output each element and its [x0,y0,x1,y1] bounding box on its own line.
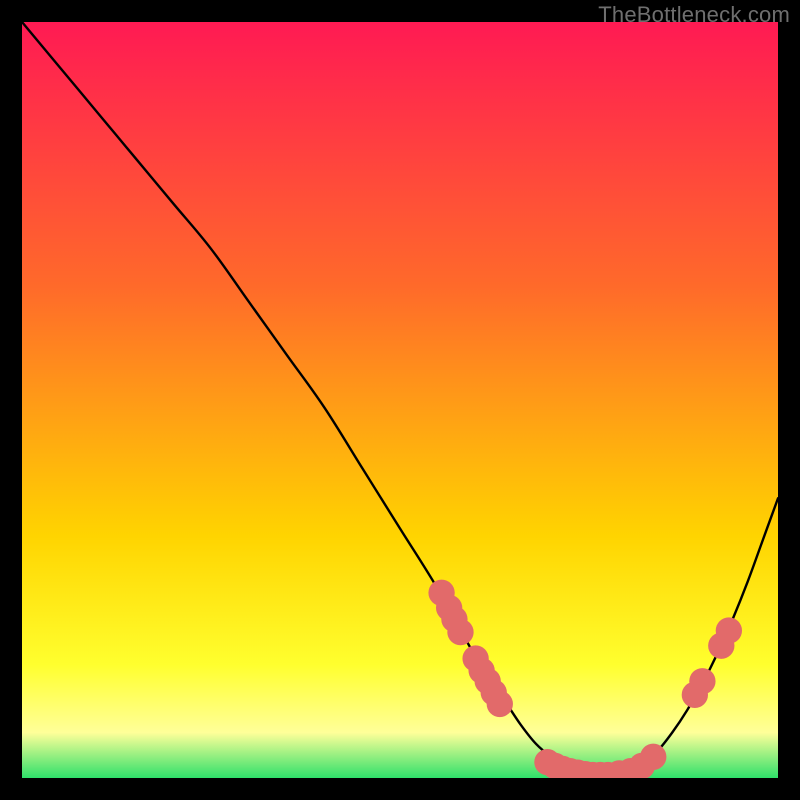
plot-area [22,22,778,778]
marker-dot [689,668,715,694]
marker-dot [640,744,666,770]
chart-stage: TheBottleneck.com [0,0,800,800]
chart-svg [22,22,778,778]
marker-dot [447,619,473,645]
marker-dot [716,617,742,643]
gradient-background [22,22,778,778]
marker-dot [487,691,513,717]
